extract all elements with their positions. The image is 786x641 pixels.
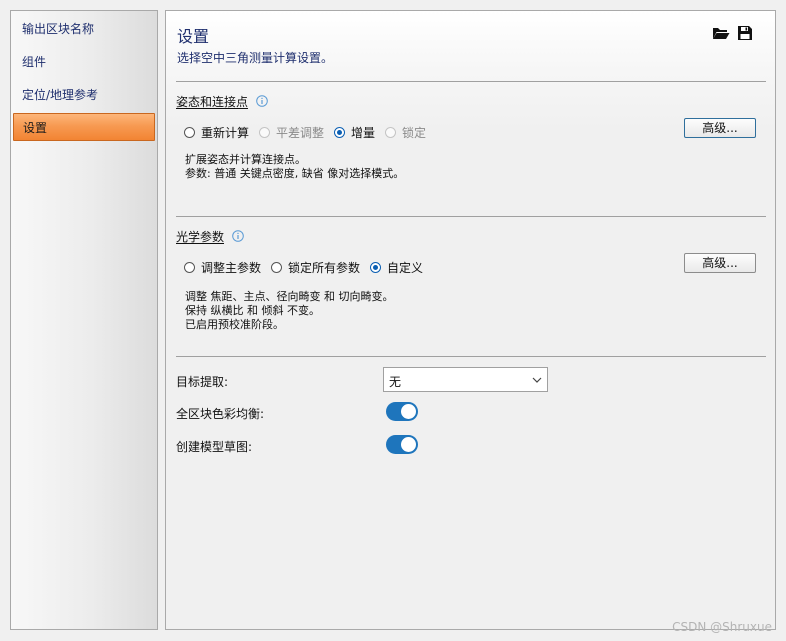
radio-button[interactable] <box>271 261 283 273</box>
color-balance-label: 全区块色彩均衡: <box>176 407 265 421</box>
toggle-knob <box>401 437 416 452</box>
folder-open-icon[interactable] <box>712 25 730 41</box>
pose-option-adjust[interactable]: 平差调整 <box>259 124 334 141</box>
divider <box>176 216 766 217</box>
radio-button[interactable] <box>184 126 195 138</box>
save-icon[interactable] <box>736 25 754 41</box>
optical-advanced-button[interactable]: 高级... <box>684 253 756 273</box>
sidebar: 输出区块名称 组件 定位/地理参考 设置 <box>10 10 158 630</box>
optical-radio-group: 调整主参数 锁定所有参数 自定义 <box>184 259 433 275</box>
model-sketch-label: 创建模型草图: <box>176 440 253 454</box>
radio-button[interactable] <box>184 261 195 273</box>
radio-label: 增量 <box>351 125 376 140</box>
pose-section-heading: 姿态和连接点 <box>176 95 249 109</box>
radio-label: 重新计算 <box>201 125 250 140</box>
toggle-knob <box>401 404 416 419</box>
sidebar-item-positioning-georeference[interactable]: 定位/地理参考 <box>13 81 155 109</box>
settings-panel: 设置 选择空中三角测量计算设置。 姿态和连接点 重新计算 平差调整 增量 锁定 … <box>165 10 776 630</box>
divider <box>176 81 766 82</box>
color-balance-toggle[interactable] <box>386 402 418 421</box>
page-title: 设置 <box>177 27 210 46</box>
chevron-down-icon <box>532 377 542 383</box>
watermark: CSDN @Shruxue <box>672 620 772 634</box>
radio-button[interactable] <box>334 126 346 138</box>
radio-button[interactable] <box>370 261 382 273</box>
sidebar-item-components[interactable]: 组件 <box>13 48 155 76</box>
description-line: 已启用预校准阶段。 <box>185 318 284 331</box>
radio-label: 锁定所有参数 <box>288 260 361 275</box>
pose-description: 扩展姿态并计算连接点。 参数: 普通 关键点密度, 缺省 像对选择模式。 <box>185 153 404 181</box>
optical-option-lock-all[interactable]: 锁定所有参数 <box>271 259 370 276</box>
pose-option-lock[interactable]: 锁定 <box>385 124 436 141</box>
target-extraction-select[interactable]: 无 <box>383 367 548 392</box>
info-icon[interactable] <box>256 95 268 107</box>
radio-label: 平差调整 <box>276 125 325 140</box>
pose-advanced-button[interactable]: 高级... <box>684 118 756 138</box>
description-line: 参数: 普通 关键点密度, 缺省 像对选择模式。 <box>185 167 405 180</box>
optical-option-adjust-main[interactable]: 调整主参数 <box>184 259 271 276</box>
radio-button[interactable] <box>259 126 271 138</box>
pose-option-incremental[interactable]: 增量 <box>334 124 385 141</box>
pose-radio-group: 重新计算 平差调整 增量 锁定 <box>184 124 436 140</box>
divider <box>176 356 766 357</box>
radio-label: 锁定 <box>402 125 427 140</box>
optical-section-heading: 光学参数 <box>176 230 225 244</box>
sidebar-item-output-block-name[interactable]: 输出区块名称 <box>13 15 155 43</box>
info-icon[interactable] <box>232 230 244 242</box>
page-subtitle: 选择空中三角测量计算设置。 <box>177 51 334 65</box>
description-line: 调整 焦距、主点、径向畸变 和 切向畸变。 <box>185 290 394 303</box>
radio-label: 自定义 <box>387 260 424 275</box>
select-value: 无 <box>389 375 402 389</box>
radio-button[interactable] <box>385 126 397 138</box>
model-sketch-toggle[interactable] <box>386 435 418 454</box>
description-line: 扩展姿态并计算连接点。 <box>185 153 306 166</box>
optical-option-custom[interactable]: 自定义 <box>370 259 433 276</box>
sidebar-item-settings[interactable]: 设置 <box>13 113 155 141</box>
target-extraction-label: 目标提取: <box>176 375 229 389</box>
radio-label: 调整主参数 <box>201 260 262 275</box>
optical-description: 调整 焦距、主点、径向畸变 和 切向畸变。 保持 纵横比 和 倾斜 不变。 已启… <box>185 290 394 332</box>
pose-option-recompute[interactable]: 重新计算 <box>184 124 259 141</box>
description-line: 保持 纵横比 和 倾斜 不变。 <box>185 304 320 317</box>
